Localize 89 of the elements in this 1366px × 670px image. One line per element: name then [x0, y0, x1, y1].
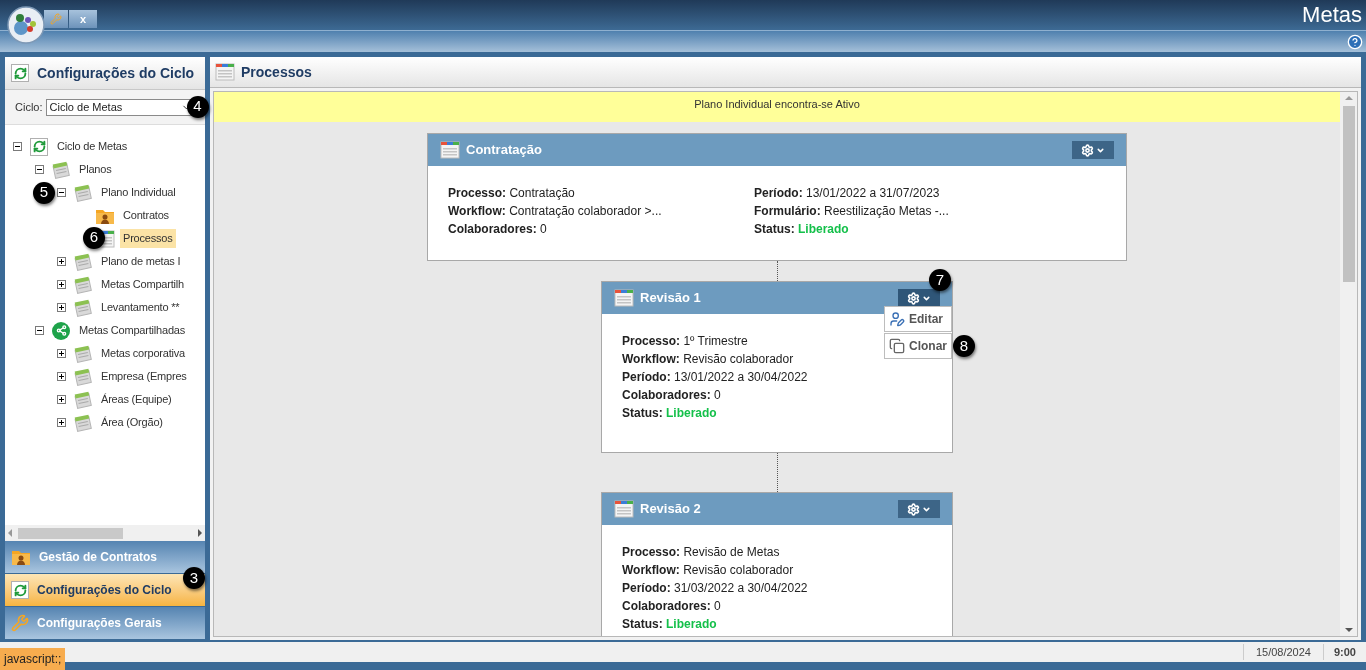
help-icon[interactable] — [1347, 33, 1363, 50]
expand-toggle[interactable] — [35, 165, 44, 174]
settings-dropdown-button[interactable] — [898, 500, 940, 518]
detail-line: Workflow: Contratação colaborador >... — [448, 203, 662, 220]
detail-line: Workflow: Revisão colaborador — [622, 562, 794, 579]
notepad-icon — [74, 183, 92, 202]
tree-item[interactable]: Metas Compartilhadas — [76, 321, 189, 340]
expand-toggle[interactable] — [57, 349, 66, 358]
settings-dropdown-button[interactable] — [898, 289, 940, 307]
notepad-icon — [74, 413, 92, 432]
callout-badge: 5 — [33, 181, 55, 204]
detail-line: Colaboradores: 0 — [622, 387, 721, 404]
cycle-icon — [30, 137, 48, 156]
expand-toggle[interactable] — [57, 280, 66, 289]
card-title: Revisão 1 — [640, 289, 701, 308]
detail-line: Processo: Revisão de Metas — [622, 544, 780, 561]
document-icon — [440, 141, 460, 159]
card-title: Contratação — [466, 141, 542, 160]
status-banner: Plano Individual encontra-se Ativo — [214, 92, 1340, 122]
tree-item[interactable]: Plano de metas I — [98, 252, 184, 271]
tree-item[interactable]: Empresa (Empres — [98, 367, 190, 386]
status-time: 9:00 — [1322, 643, 1366, 661]
menu-item[interactable]: Clonar — [884, 333, 952, 359]
wrench-icon — [11, 614, 29, 632]
card-title: Revisão 2 — [640, 500, 701, 519]
callout-badge: 6 — [83, 226, 105, 249]
notepad-icon — [74, 367, 92, 386]
tree-item[interactable]: Contratos — [120, 206, 172, 225]
expand-toggle[interactable] — [57, 188, 66, 197]
status-date: 15/08/2024 — [1242, 643, 1323, 661]
detail-line: Status: Liberado — [754, 221, 849, 238]
document-icon — [215, 63, 235, 81]
menu-item[interactable]: Editar — [884, 306, 952, 332]
tree-item[interactable]: Levantamento ** — [98, 298, 183, 317]
expand-toggle[interactable] — [35, 326, 44, 335]
detail-line: Período: 31/03/2022 a 30/04/2022 — [622, 580, 808, 597]
gear-icon — [907, 291, 920, 305]
cycle-icon — [11, 64, 29, 82]
panel-title: Configurações do Ciclo — [37, 63, 195, 83]
expand-toggle[interactable] — [57, 372, 66, 381]
tree-item[interactable]: Metas Compartilh — [98, 275, 187, 294]
settings-dropdown-button[interactable] — [1072, 141, 1114, 159]
gear-icon — [907, 502, 920, 516]
detail-line: Formulário: Reestilização Metas -... — [754, 203, 949, 220]
tree-item[interactable]: Planos — [76, 160, 115, 179]
detail-line: Status: Liberado — [622, 616, 717, 633]
notepad-icon — [74, 252, 92, 271]
panel-title: Processos — [241, 62, 312, 82]
expand-toggle[interactable] — [57, 418, 66, 427]
notepad-icon — [74, 390, 92, 409]
vertical-scrollbar[interactable] — [1340, 92, 1357, 636]
app-title: Metas — [1302, 2, 1362, 28]
expand-toggle[interactable] — [57, 395, 66, 404]
tree-item[interactable]: Áreas (Equipe) — [98, 390, 175, 409]
document-icon — [614, 500, 634, 518]
notepad-icon — [74, 298, 92, 317]
folder-icon — [11, 548, 31, 566]
notepad-icon — [52, 160, 70, 179]
user-edit-icon — [889, 311, 905, 327]
tree-item[interactable]: Ciclo de Metas — [54, 137, 130, 156]
detail-line: Processo: Contratação — [448, 185, 575, 202]
horizontal-scrollbar[interactable] — [5, 525, 205, 541]
detail-line: Status: Liberado — [622, 405, 717, 422]
cycle-icon — [11, 581, 29, 599]
expand-toggle[interactable] — [57, 303, 66, 312]
callout-badge: 7 — [929, 269, 951, 291]
tree-item[interactable]: Área (Orgão) — [98, 413, 166, 432]
wrench-icon — [50, 13, 62, 25]
notepad-icon — [74, 275, 92, 294]
callout-badge: 4 — [186, 95, 209, 118]
tree-item[interactable]: Processos — [120, 229, 176, 248]
detail-line: Colaboradores: 0 — [622, 598, 721, 615]
tree-item[interactable]: Metas corporativa — [98, 344, 189, 363]
expand-toggle[interactable] — [57, 257, 66, 266]
callout-badge: 8 — [953, 335, 975, 357]
tree-item[interactable]: Plano Individual — [98, 183, 179, 202]
detail-line: Processo: 1º Trimestre — [622, 333, 748, 350]
detail-line: Período: 13/01/2022 a 30/04/2022 — [622, 369, 808, 386]
detail-line: Período: 13/01/2022 a 31/07/2023 — [754, 185, 940, 202]
share-icon — [52, 321, 70, 340]
detail-line: Colaboradores: 0 — [448, 221, 547, 238]
field-label: Ciclo: — [15, 99, 43, 115]
copy-icon — [889, 338, 905, 354]
detail-line: Workflow: Revisão colaborador — [622, 351, 794, 368]
expand-toggle[interactable] — [13, 142, 22, 151]
notepad-icon — [74, 344, 92, 363]
document-icon — [614, 289, 634, 307]
gear-icon — [1081, 143, 1094, 157]
link-tooltip: javascript:; — [0, 648, 66, 670]
